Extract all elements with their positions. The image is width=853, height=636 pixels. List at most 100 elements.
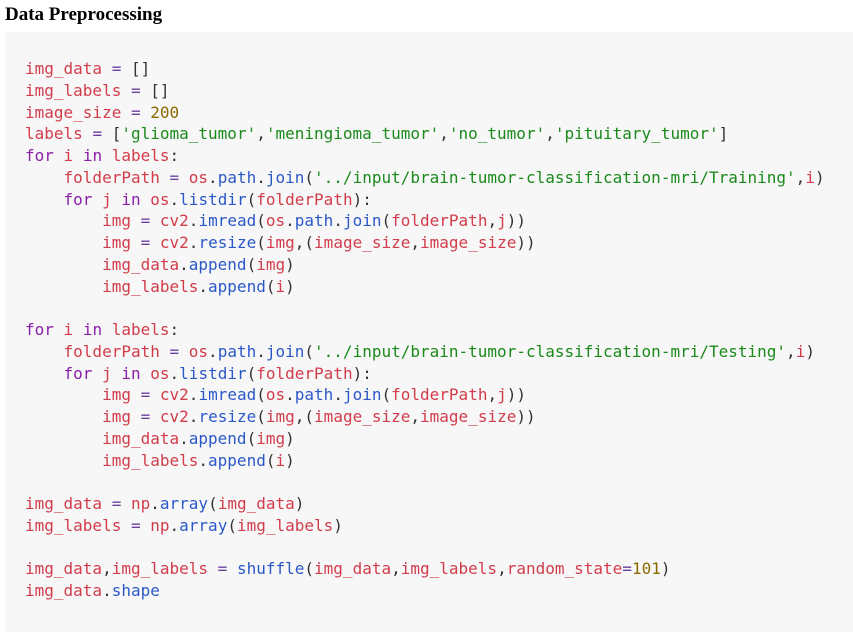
code-token: . [150, 494, 160, 513]
code-token: 'no_tumor' [448, 124, 546, 144]
code-token: . [169, 515, 180, 535]
code-line: img_labels.append(i) [25, 276, 825, 298]
code-token: img_data [25, 581, 103, 600]
code-token: path [217, 341, 257, 361]
code-block[interactable]: img_data = [] img_labels = [] image_size =… [25, 58, 825, 602]
code-token: ,( [294, 233, 315, 252]
code-token: cv2 [159, 407, 189, 426]
code-token: = [140, 211, 151, 231]
code-token: append [188, 254, 247, 274]
section-heading: Data Preprocessing [5, 4, 163, 25]
code-token: append [208, 450, 266, 470]
code-token: , [795, 167, 806, 187]
code-token: img [256, 428, 286, 448]
code-token: )) [516, 407, 536, 426]
code-token: . [179, 254, 189, 274]
code-token: ( [256, 211, 266, 231]
code-token: . [333, 211, 343, 231]
code-token: ( [227, 515, 237, 535]
code-token: : [169, 146, 180, 165]
code-token: os [265, 211, 286, 231]
code-token: . [188, 407, 199, 426]
code-token: = [140, 407, 151, 426]
code-token: img_data [25, 59, 103, 78]
code-token: i [63, 320, 74, 339]
code-token: img_labels [111, 559, 209, 579]
code-token: = [130, 80, 141, 100]
code-token: for [63, 189, 93, 209]
code-token: array [179, 515, 228, 535]
code-line: img_labels = np.array(img_labels) [25, 515, 825, 537]
code-token: folderPath [63, 341, 160, 361]
code-token: img_data [102, 428, 180, 448]
code-token: shape [111, 581, 160, 600]
code-token: , [391, 559, 401, 579]
code-token: ): [352, 189, 372, 209]
code-cell[interactable]: img_data = [] img_labels = [] image_size =… [5, 32, 853, 632]
code-token: , [786, 341, 796, 361]
code-token: = [169, 341, 180, 361]
code-line: img_labels.append(i) [25, 450, 825, 472]
code-token: img_labels [25, 515, 122, 535]
code-token: . [188, 211, 199, 231]
code-token: j [497, 385, 507, 405]
code-token: cv2 [159, 211, 189, 231]
code-line: img_data.append(img) [25, 428, 825, 450]
code-token: ) [285, 254, 295, 274]
code-token: . [208, 167, 218, 187]
code-line: img = cv2.resize(img,(image_size,image_s… [25, 406, 825, 428]
code-token: resize [198, 407, 257, 426]
code-token: , [487, 211, 498, 231]
code-token: os [188, 341, 209, 361]
code-token: img_data [102, 254, 180, 274]
code-token: . [256, 341, 266, 361]
code-token: , [410, 233, 421, 252]
code-token: os [265, 385, 286, 405]
code-token: path [217, 167, 257, 187]
code-token: j [497, 211, 507, 231]
code-line: for j in os.listdir(folderPath): [25, 363, 825, 385]
code-token: : [169, 320, 180, 339]
code-line: image_size = 200 [25, 102, 825, 124]
code-token: for [63, 363, 93, 383]
code-token: ) [294, 494, 305, 513]
code-token: listdir [179, 363, 247, 383]
code-token: ] [718, 124, 729, 144]
code-token: for [25, 320, 54, 339]
code-token: image_size [420, 407, 517, 426]
code-token: imread [198, 385, 257, 405]
code-token: , [487, 385, 498, 405]
code-token: labels [111, 146, 170, 165]
code-token: np [130, 494, 151, 513]
code-line: img = cv2.resize(img,(image_size,image_s… [25, 232, 825, 254]
code-token: 'meningioma_tumor' [265, 124, 440, 144]
code-line: labels = ['glioma_tumor','meningioma_tum… [25, 123, 825, 145]
code-token: folderPath [391, 211, 488, 231]
code-token: folderPath [256, 189, 353, 209]
code-token: image_size [314, 233, 411, 252]
code-token: [ [102, 124, 122, 144]
code-token: join [265, 167, 305, 187]
code-token: , [439, 124, 449, 144]
code-token: img [256, 254, 286, 274]
code-token: image_size [314, 407, 411, 426]
code-token: )) [516, 233, 536, 252]
code-token: path [294, 211, 334, 231]
